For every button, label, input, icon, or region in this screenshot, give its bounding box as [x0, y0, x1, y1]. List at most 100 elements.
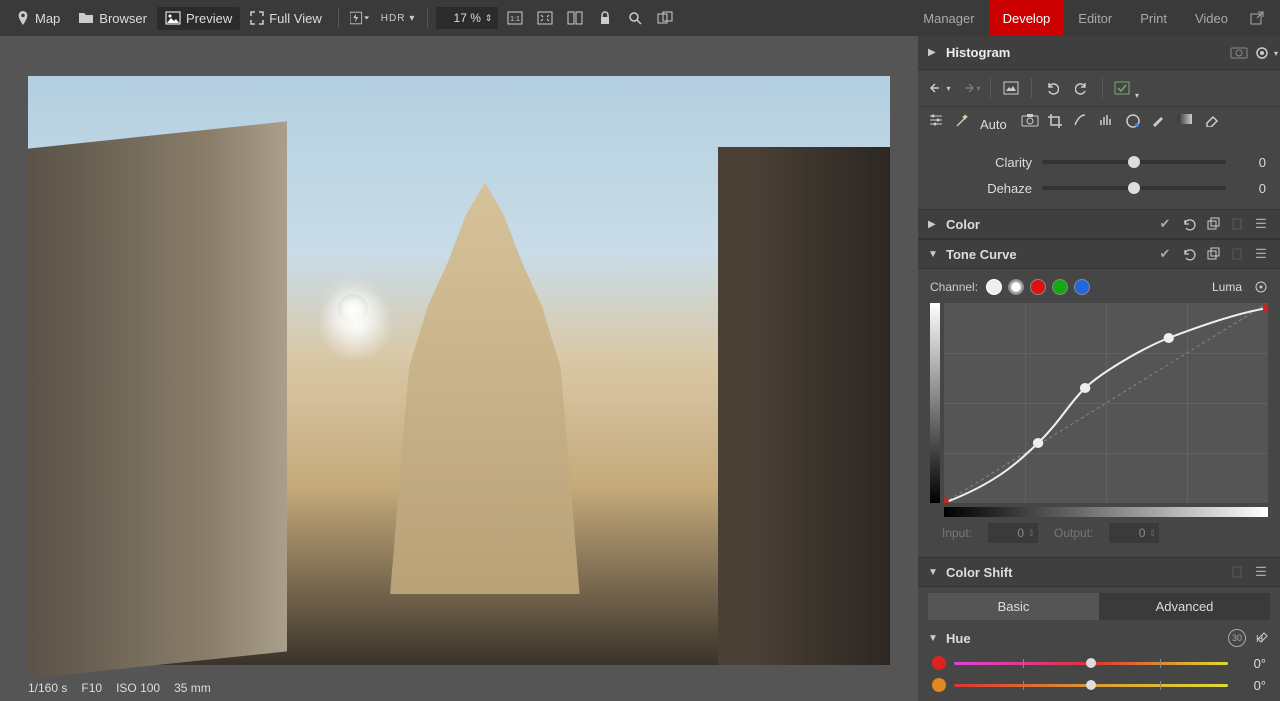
curve-point: [1080, 383, 1090, 393]
tab-advanced[interactable]: Advanced: [1099, 593, 1270, 620]
view-preview-label: Preview: [186, 11, 232, 26]
preset-save-icon[interactable]: ▾: [1111, 76, 1135, 100]
menu-icon[interactable]: ☰: [1252, 563, 1270, 581]
compare-icon[interactable]: [562, 6, 588, 30]
popout-icon[interactable]: [1242, 0, 1272, 36]
module-tabs: Manager Develop Editor Print Video: [909, 0, 1272, 36]
module-editor[interactable]: Editor: [1064, 0, 1126, 36]
menu-icon[interactable]: ☰: [1252, 215, 1270, 233]
zoom-level[interactable]: 17 % ⇕: [436, 7, 498, 29]
colorshift-tabs: Basic Advanced: [918, 587, 1280, 624]
channel-luma[interactable]: [986, 279, 1002, 295]
gear-icon[interactable]: [1254, 280, 1268, 294]
histogram-header[interactable]: ▶ Histogram ▾: [918, 36, 1280, 70]
chevron-updown-icon: ⇕: [485, 13, 493, 24]
toolbar-divider: [427, 8, 428, 28]
flash-dropdown[interactable]: [347, 6, 373, 30]
view-map-label: Map: [35, 11, 60, 26]
channel-blue[interactable]: [1074, 279, 1090, 295]
magic-wand-icon[interactable]: [954, 113, 976, 135]
tools-row: Auto: [918, 106, 1280, 141]
reset-icon[interactable]: [1180, 215, 1198, 233]
paste-icon: [1228, 215, 1246, 233]
info-aperture: F10: [81, 681, 102, 695]
levels-icon[interactable]: [1099, 113, 1121, 135]
preview-image[interactable]: [28, 76, 890, 665]
module-develop[interactable]: Develop: [989, 0, 1065, 36]
channel-all[interactable]: [1008, 279, 1024, 295]
develop-panel: ▶ Histogram ▾ ▾ ▾ ▾ Auto: [918, 36, 1280, 701]
view-browser-label: Browser: [99, 11, 147, 26]
sliders-icon[interactable]: [928, 113, 950, 135]
view-browser[interactable]: Browser: [70, 7, 155, 30]
tone-curve-plot[interactable]: [930, 303, 1268, 503]
chevron-right-icon: ▶: [928, 47, 942, 58]
top-toolbar: Map Browser Preview Full View HDR ▾ 1: [0, 0, 1280, 36]
undo-button[interactable]: ▾: [928, 76, 952, 100]
menu-icon[interactable]: ☰: [1252, 245, 1270, 263]
info-shutter: 1/160 s: [28, 681, 67, 695]
color-shift-header[interactable]: ▼ Color Shift ☰: [918, 557, 1280, 587]
copy-icon[interactable]: [1204, 215, 1222, 233]
compare-images-icon[interactable]: [652, 6, 678, 30]
check-icon[interactable]: ✔: [1156, 245, 1174, 263]
hue-picker-icon[interactable]: H: [1252, 629, 1270, 647]
luma-mode-label: Luma: [1212, 280, 1242, 294]
clarity-slider[interactable]: Clarity 0: [932, 149, 1266, 175]
channel-label: Channel:: [930, 280, 978, 294]
image-info-bar: 1/160 s F10 ISO 100 35 mm: [0, 675, 918, 701]
channel-red[interactable]: [1030, 279, 1046, 295]
gradient-icon[interactable]: [1177, 113, 1199, 135]
tone-curve-header[interactable]: ▼ Tone Curve ✔ ☰: [918, 239, 1280, 269]
orange-swatch-icon: [932, 678, 946, 692]
info-iso: ISO 100: [116, 681, 160, 695]
camera-small-icon[interactable]: [1230, 45, 1248, 61]
radial-icon[interactable]: [1125, 113, 1147, 135]
fit-screen-icon[interactable]: [532, 6, 558, 30]
channel-green[interactable]: [1052, 279, 1068, 295]
chevron-down-icon: ▾: [409, 13, 415, 24]
camera-icon[interactable]: [1021, 113, 1043, 135]
curve-input-value[interactable]: 0: [988, 523, 1038, 543]
eraser-icon[interactable]: [1203, 113, 1225, 135]
tab-basic[interactable]: Basic: [928, 593, 1099, 620]
reset-icon[interactable]: [1180, 245, 1198, 263]
paste-icon: [1228, 245, 1246, 263]
hue-red-slider[interactable]: 0°: [918, 652, 1280, 674]
module-video[interactable]: Video: [1181, 0, 1242, 36]
rotate-left-icon[interactable]: [1040, 76, 1064, 100]
hue-range-badge[interactable]: 30: [1228, 629, 1246, 647]
hue-orange-slider[interactable]: 0°: [918, 674, 1280, 696]
view-fullview[interactable]: Full View: [242, 7, 330, 30]
rotate-right-icon[interactable]: [1070, 76, 1094, 100]
original-image-icon[interactable]: [999, 76, 1023, 100]
dehaze-slider[interactable]: Dehaze 0: [932, 175, 1266, 201]
zoom-search-icon[interactable]: [622, 6, 648, 30]
view-map[interactable]: Map: [8, 7, 68, 30]
curve-tool-icon[interactable]: [1073, 113, 1095, 135]
curve-point-highlight: [1263, 303, 1268, 313]
brush-icon[interactable]: [1151, 113, 1173, 135]
check-icon[interactable]: ✔: [1156, 215, 1174, 233]
x-gradient: [944, 507, 1268, 517]
curve-output-value[interactable]: 0: [1109, 523, 1159, 543]
tone-curve-body: Channel: Luma: [918, 269, 1280, 557]
fit-1to1-icon[interactable]: 1:1: [502, 6, 528, 30]
gear-icon[interactable]: ▾: [1254, 45, 1270, 61]
auto-label[interactable]: Auto: [980, 117, 1007, 132]
lock-icon[interactable]: [592, 6, 618, 30]
svg-text:H: H: [1256, 634, 1263, 645]
image-icon: [165, 11, 181, 25]
curve-point-shadow: [944, 498, 949, 503]
red-swatch-icon: [932, 656, 946, 670]
module-print[interactable]: Print: [1126, 0, 1181, 36]
copy-icon[interactable]: [1204, 245, 1222, 263]
module-manager[interactable]: Manager: [909, 0, 988, 36]
svg-text:1:1: 1:1: [511, 16, 521, 23]
hdr-button[interactable]: HDR ▾: [377, 6, 420, 30]
view-preview[interactable]: Preview: [157, 7, 240, 30]
color-section-header[interactable]: ▶ Color ✔ ☰: [918, 209, 1280, 239]
crop-icon[interactable]: [1047, 113, 1069, 135]
toolbar-divider: [338, 8, 339, 28]
hue-header[interactable]: ▼ Hue 30 H: [918, 624, 1280, 652]
